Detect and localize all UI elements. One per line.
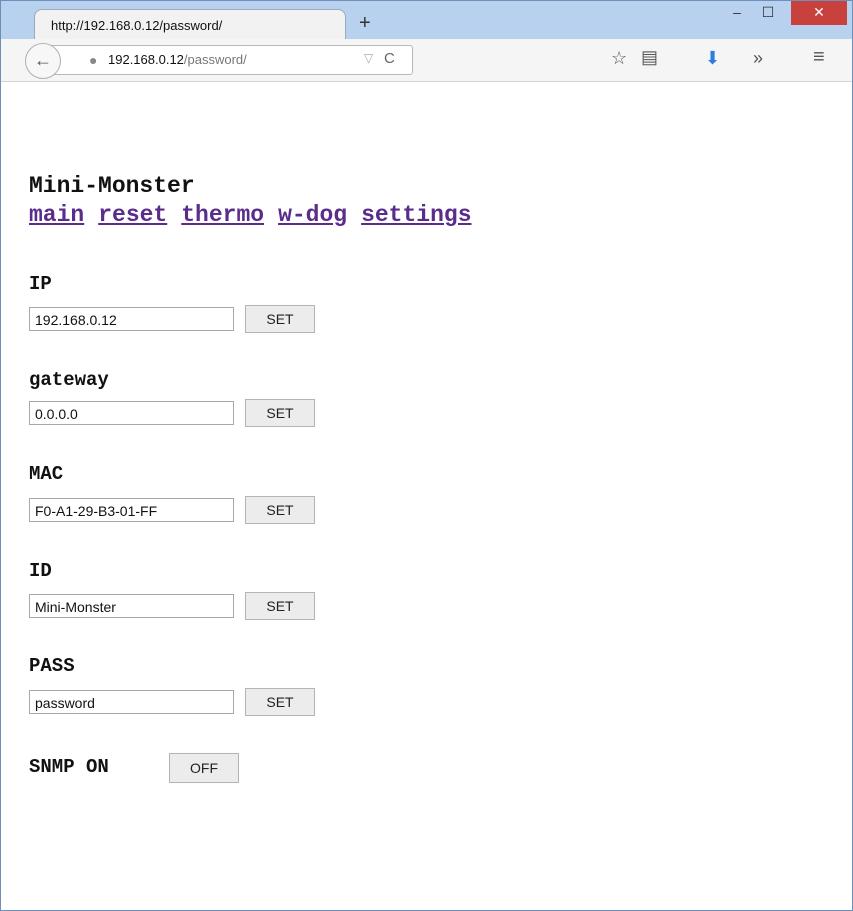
browser-tab[interactable]: http://192.168.0.12/password/ (34, 9, 346, 40)
pass-label: PASS (29, 655, 75, 677)
minimize-button[interactable]: ‒ (723, 1, 751, 25)
reading-list-icon[interactable]: ▤ (641, 47, 658, 68)
nav-link-thermo[interactable]: thermo (181, 202, 264, 228)
id-set-button[interactable]: SET (245, 592, 315, 620)
url-bar[interactable]: ● 192.168.0.12/password/ ▽ C (33, 45, 413, 75)
id-label: ID (29, 560, 52, 582)
gateway-input[interactable]: 0.0.0.0 (29, 401, 234, 425)
reload-icon[interactable]: C (384, 50, 395, 67)
overflow-icon[interactable]: » (753, 48, 763, 69)
menu-icon[interactable]: ≡ (813, 46, 825, 69)
pass-input[interactable]: password (29, 690, 234, 714)
close-button[interactable]: ✕ (791, 1, 847, 25)
title-bar: http://192.168.0.12/password/ + ‒ ☐ ✕ (1, 1, 852, 40)
browser-window: http://192.168.0.12/password/ + ‒ ☐ ✕ ● … (0, 0, 853, 911)
nav-link-main[interactable]: main (29, 202, 84, 228)
url-dropdown-icon[interactable]: ▽ (364, 51, 373, 65)
bookmark-star-icon[interactable]: ☆ (611, 48, 627, 69)
mac-set-button[interactable]: SET (245, 496, 315, 524)
pass-set-button[interactable]: SET (245, 688, 315, 716)
snmp-toggle-button[interactable]: OFF (169, 753, 239, 783)
back-button[interactable]: ← (25, 43, 61, 79)
mac-input[interactable]: F0-A1-29-B3-01-FF (29, 498, 234, 522)
ip-label: IP (29, 273, 52, 295)
tab-title: http://192.168.0.12/password/ (51, 18, 223, 33)
url-path: /password/ (183, 52, 247, 67)
download-icon[interactable]: ⬇ (705, 48, 720, 69)
url-text: 192.168.0.12/password/ (108, 52, 247, 67)
mac-label: MAC (29, 463, 64, 485)
gateway-label: gateway (29, 369, 109, 391)
nav-link-reset[interactable]: reset (98, 202, 167, 228)
new-tab-button[interactable]: + (359, 13, 371, 33)
nav-link-w-dog[interactable]: w-dog (278, 202, 347, 228)
snmp-label: SNMP ON (29, 756, 109, 778)
gateway-set-button[interactable]: SET (245, 399, 315, 427)
site-nav: main reset thermo w-dog settings (29, 202, 486, 228)
maximize-button[interactable]: ☐ (753, 1, 783, 25)
nav-link-settings[interactable]: settings (361, 202, 471, 228)
url-host: 192.168.0.12 (108, 52, 184, 67)
globe-icon: ● (89, 52, 98, 68)
ip-input[interactable]: 192.168.0.12 (29, 307, 234, 331)
ip-set-button[interactable]: SET (245, 305, 315, 333)
page-title: Mini-Monster (29, 173, 195, 199)
id-input[interactable]: Mini-Monster (29, 594, 234, 618)
navigation-toolbar: ● 192.168.0.12/password/ ▽ C ← ☆ ▤ ⬇ » ≡ (1, 39, 852, 82)
